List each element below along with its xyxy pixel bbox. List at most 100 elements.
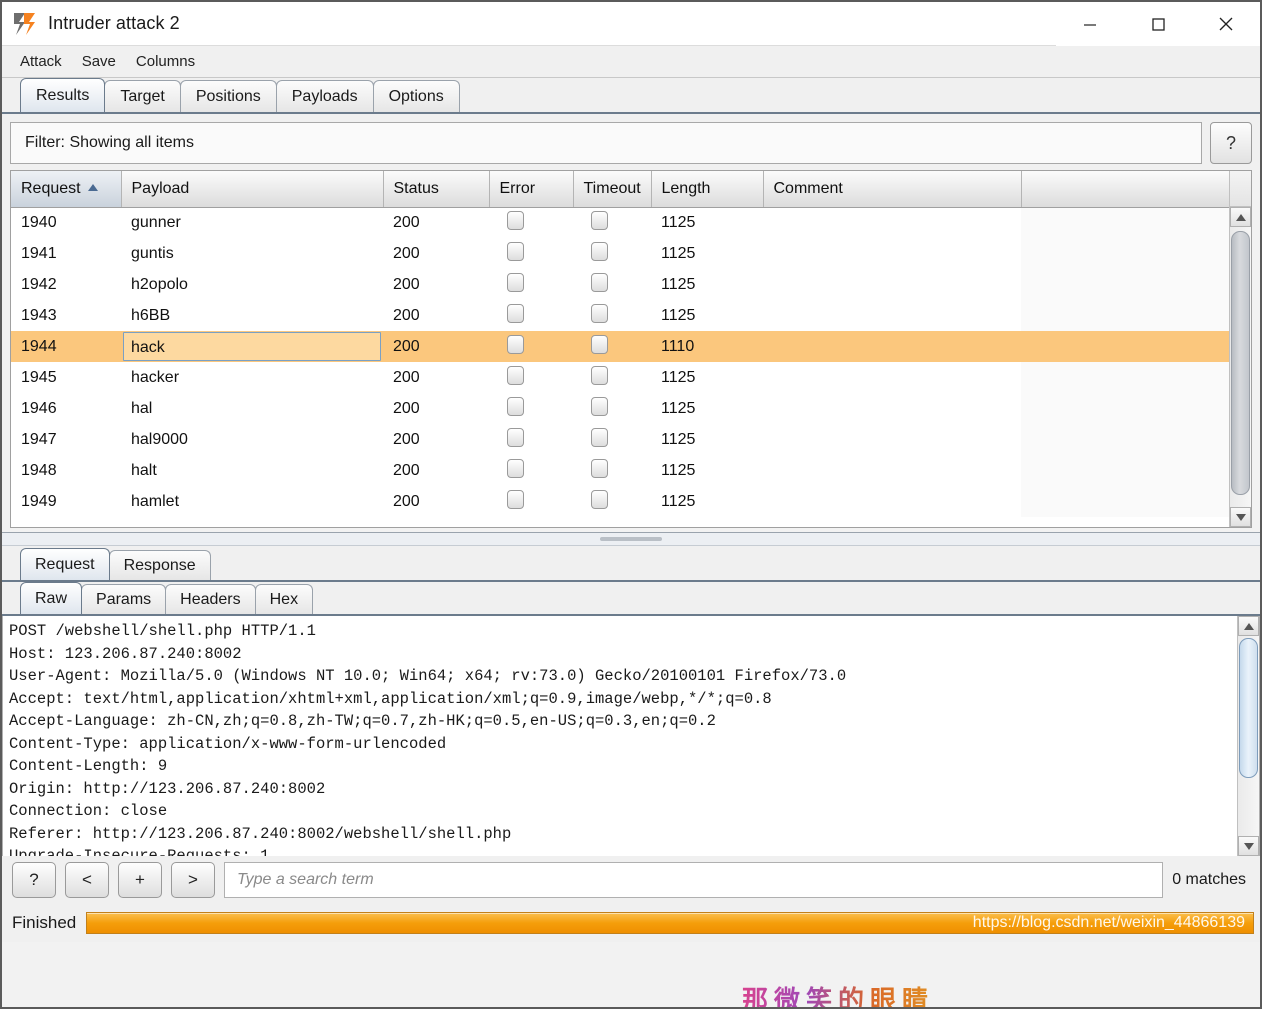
minimize-button[interactable] (1056, 2, 1124, 46)
error-checkbox[interactable] (507, 458, 524, 478)
menu-bar: Attack Save Columns (2, 46, 1260, 78)
tab-response[interactable]: Response (108, 550, 211, 580)
panel-splitter[interactable] (2, 532, 1260, 546)
column-header-comment[interactable]: Comment (763, 171, 1022, 208)
table-row[interactable]: 1946 hal 200 1125 (11, 393, 1229, 424)
tab-params[interactable]: Params (81, 584, 167, 614)
table-row[interactable]: 1942 h2opolo 200 1125 (11, 269, 1229, 300)
menu-item-attack[interactable]: Attack (12, 50, 70, 73)
splitter-grip-icon (600, 537, 662, 541)
tab-headers[interactable]: Headers (165, 584, 256, 614)
raw-scroll-track[interactable] (1238, 636, 1259, 836)
column-header-payload[interactable]: Payload (121, 171, 384, 208)
tab-payloads[interactable]: Payloads (275, 80, 374, 112)
tab-hex[interactable]: Hex (254, 584, 314, 614)
table-row[interactable]: 1941 guntis 200 1125 (11, 238, 1229, 269)
search-match-count: 0 matches (1172, 871, 1246, 888)
raw-request-text[interactable]: POST /webshell/shell.php HTTP/1.1 Host: … (3, 616, 1237, 856)
scroll-thumb[interactable] (1231, 231, 1250, 495)
cell-length: 1125 (661, 399, 696, 417)
cell-error (489, 362, 573, 393)
cell-filler (1021, 362, 1229, 393)
close-button[interactable] (1192, 2, 1260, 46)
tab-target[interactable]: Target (104, 80, 181, 112)
raw-scroll-down-arrow-icon[interactable] (1238, 836, 1259, 856)
raw-request-scrollbar[interactable] (1237, 616, 1259, 856)
cell-filler (1021, 424, 1229, 455)
timeout-checkbox[interactable] (591, 427, 608, 447)
status-bar: Finished https://blog.csdn.net/weixin_44… (2, 904, 1260, 942)
table-row[interactable]: 1943 h6BB 200 1125 (11, 300, 1229, 331)
scroll-up-arrow-icon[interactable] (1230, 207, 1251, 227)
cell-status: 200 (393, 368, 420, 386)
column-header-timeout[interactable]: Timeout (573, 171, 652, 208)
cell-payload: hal (131, 399, 153, 417)
filter-help-icon[interactable]: ? (1210, 122, 1252, 164)
cell-comment (763, 331, 1021, 362)
title-bar: Intruder attack 2 (2, 2, 1260, 46)
cell-length: 1125 (661, 244, 696, 262)
error-checkbox[interactable] (507, 272, 524, 292)
cell-comment (763, 486, 1021, 517)
error-checkbox[interactable] (507, 303, 524, 323)
table-row[interactable]: 1948 halt 200 1125 (11, 455, 1229, 486)
search-input[interactable]: Type a search term (224, 862, 1164, 898)
cell-length: 1125 (661, 492, 696, 510)
cell-timeout (573, 207, 651, 238)
table-row[interactable]: 1949 hamlet 200 1125 (11, 486, 1229, 517)
cell-status: 200 (393, 306, 420, 324)
cell-payload: hacker (131, 368, 180, 386)
burp-intruder-window: Intruder attack 2 Attack Save Columns Re… (0, 0, 1262, 1009)
column-header-request[interactable]: Request (11, 171, 122, 208)
scroll-down-arrow-icon[interactable] (1230, 507, 1251, 527)
timeout-checkbox[interactable] (591, 334, 608, 354)
timeout-checkbox[interactable] (591, 303, 608, 323)
table-row[interactable]: 1944 hack 200 1110 (11, 331, 1229, 362)
cell-status: 200 (393, 275, 420, 293)
error-checkbox[interactable] (507, 396, 524, 416)
timeout-checkbox[interactable] (591, 396, 608, 416)
timeout-checkbox[interactable] (591, 272, 608, 292)
raw-scroll-thumb[interactable] (1239, 638, 1258, 778)
cell-timeout (573, 238, 651, 269)
search-next-button[interactable]: > (171, 862, 215, 898)
search-add-button[interactable]: + (118, 862, 162, 898)
tab-request[interactable]: Request (20, 548, 110, 580)
message-tab-strip: Request Response (2, 546, 1260, 582)
scroll-track[interactable] (1230, 227, 1251, 507)
cell-request: 1941 (21, 244, 57, 262)
search-help-icon[interactable]: ? (12, 862, 56, 898)
cell-status: 200 (393, 461, 420, 479)
error-checkbox[interactable] (507, 427, 524, 447)
timeout-checkbox[interactable] (591, 365, 608, 385)
error-checkbox[interactable] (507, 241, 524, 261)
results-scrollbar[interactable] (1229, 171, 1251, 527)
table-row[interactable]: 1947 hal9000 200 1125 (11, 424, 1229, 455)
cell-filler (1021, 269, 1229, 300)
error-checkbox[interactable] (507, 334, 524, 354)
search-prev-button[interactable]: < (65, 862, 109, 898)
error-checkbox[interactable] (507, 489, 524, 509)
column-header-status[interactable]: Status (383, 171, 490, 208)
tab-results[interactable]: Results (20, 78, 106, 112)
maximize-button[interactable] (1124, 2, 1192, 46)
timeout-checkbox[interactable] (591, 489, 608, 509)
column-header-error[interactable]: Error (489, 171, 574, 208)
error-checkbox[interactable] (507, 210, 524, 230)
filter-bar[interactable]: Filter: Showing all items (10, 122, 1202, 164)
tab-raw[interactable]: Raw (20, 582, 83, 614)
table-row[interactable]: 1945 hacker 200 1125 (11, 362, 1229, 393)
error-checkbox[interactable] (507, 365, 524, 385)
timeout-checkbox[interactable] (591, 210, 608, 230)
cell-request: 1949 (21, 492, 57, 510)
raw-scroll-up-arrow-icon[interactable] (1238, 616, 1259, 636)
timeout-checkbox[interactable] (591, 458, 608, 478)
table-row[interactable]: 1940 gunner 200 1125 (11, 207, 1229, 238)
column-header-length[interactable]: Length (651, 171, 764, 208)
tab-options[interactable]: Options (372, 80, 460, 112)
tab-positions[interactable]: Positions (179, 80, 277, 112)
menu-item-save[interactable]: Save (74, 50, 124, 73)
menu-item-columns[interactable]: Columns (128, 50, 203, 73)
timeout-checkbox[interactable] (591, 241, 608, 261)
payload-focus-box[interactable]: hack (123, 332, 381, 361)
